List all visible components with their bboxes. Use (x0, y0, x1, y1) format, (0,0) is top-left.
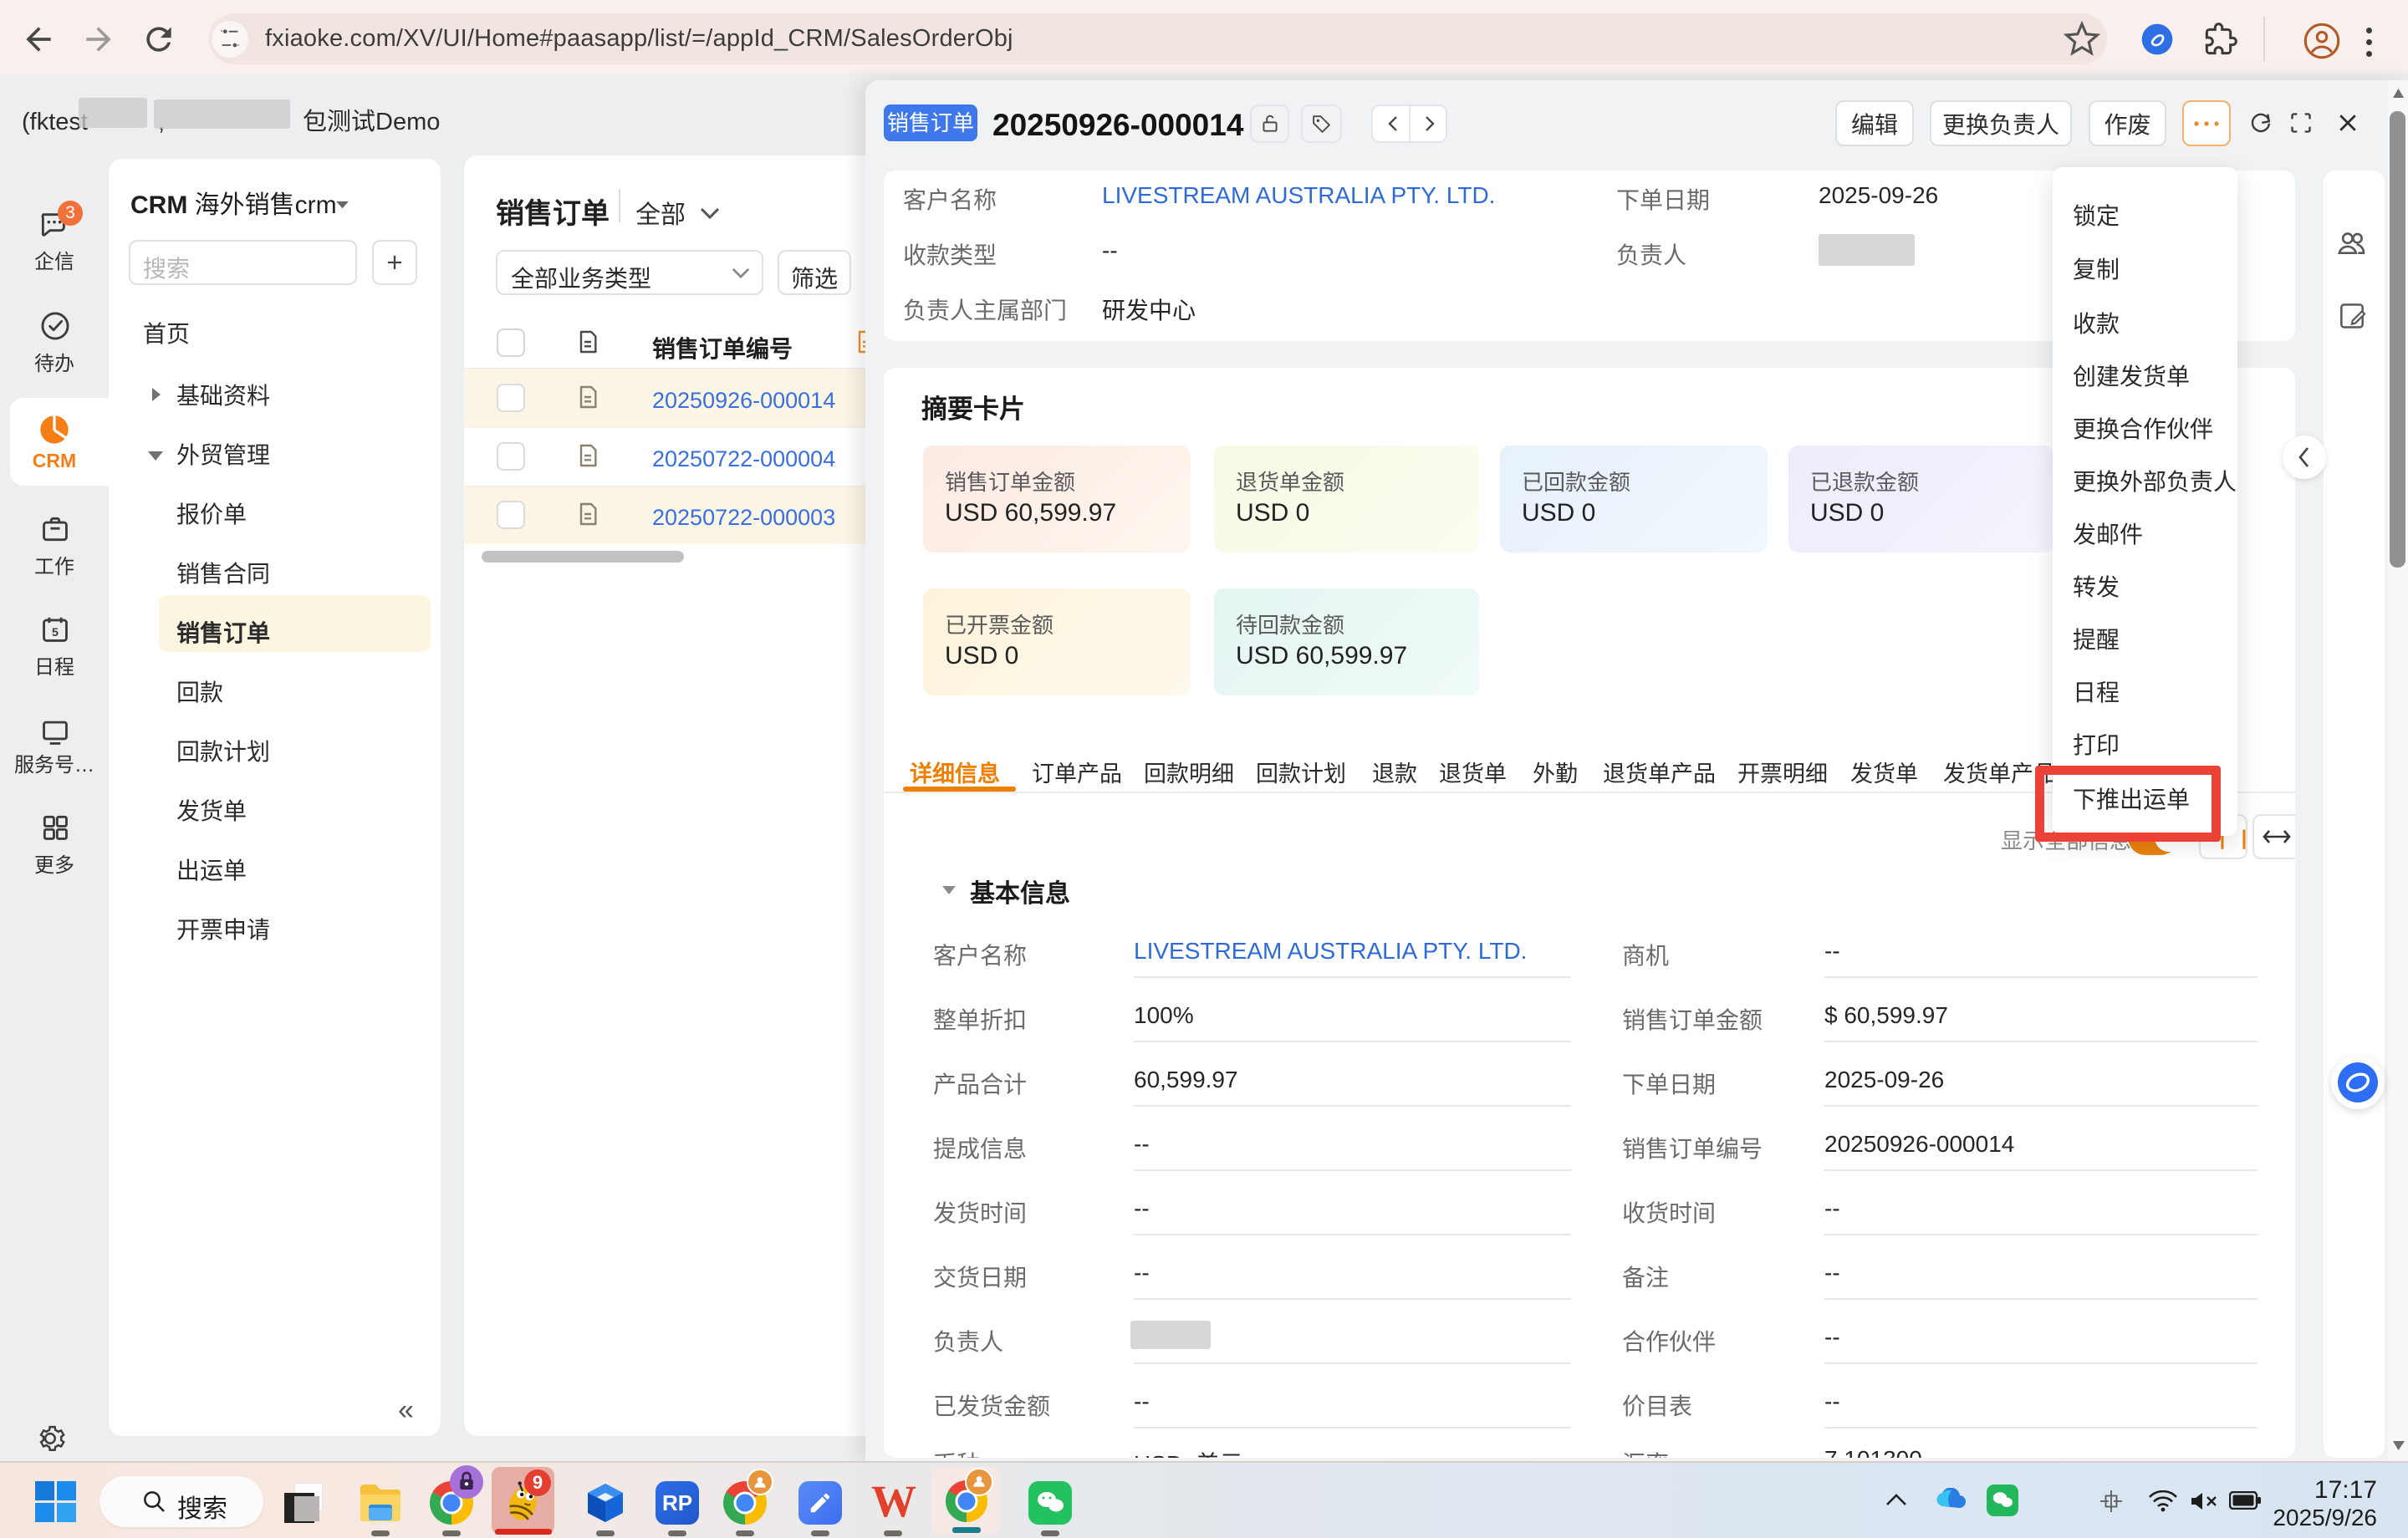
svg-text:5: 5 (52, 626, 59, 639)
